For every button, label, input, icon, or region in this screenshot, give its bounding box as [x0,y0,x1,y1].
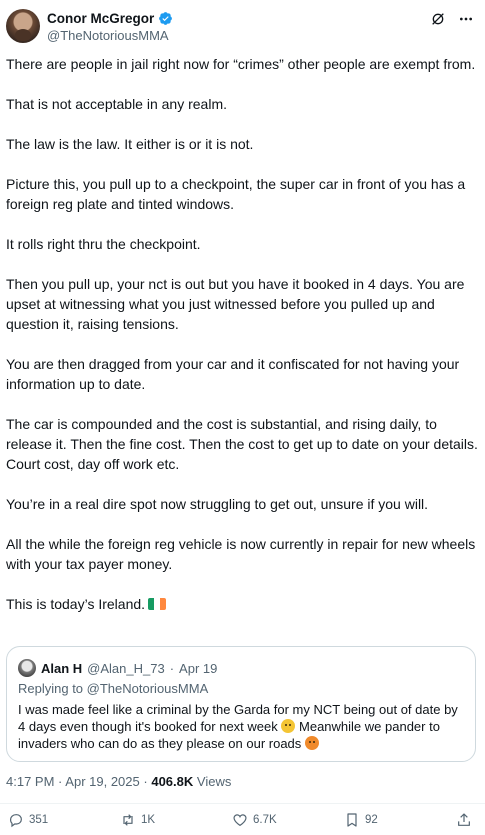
post-meta: 4:17 PM · Apr 19, 2025 · 406.8K Views [6,774,231,789]
quoted-author-name: Alan H [41,660,83,676]
post-paragraph: You are then dragged from your car and i… [6,356,460,392]
post-closing: This is today’s Ireland. [6,594,478,614]
share-icon [458,813,470,826]
grok-icon[interactable] [429,10,447,28]
bookmark-button[interactable]: 92 [344,812,378,828]
quoted-post-text: I was made feel like a criminal by the G… [18,701,468,752]
repost-icon [123,814,133,826]
post-text: There are people in jail right now for “… [6,54,478,614]
post-paragraph: Picture this, you pull up to a checkpoin… [6,176,466,212]
reply-button[interactable]: 351 [8,812,48,828]
heart-icon [233,814,247,827]
post-paragraph: That is not acceptable in any realm. [6,96,228,112]
verified-badge-icon [159,12,173,25]
quoted-date: Apr 19 [179,660,218,676]
like-button[interactable]: 6.7K [232,812,277,828]
post-paragraph: There are people in jail right now for “… [6,56,476,72]
post-paragraph: Then you pull up, your nct is out but yo… [6,276,465,332]
post-paragraph: You’re in a real dire spot now strugglin… [6,496,429,512]
author-handle[interactable]: @TheNotoriousMMA [47,28,169,43]
post-closing-text: This is today’s Ireland. [6,596,146,612]
post-paragraph: All the while the foreign reg vehicle is… [6,536,476,572]
like-count: 6.7K [253,814,277,826]
quoted-separator: · [169,660,175,676]
quoted-post[interactable]: Alan H @Alan_H_73 · Apr 19 Replying to @… [6,646,476,762]
header-actions [429,10,475,28]
bookmark-icon [347,813,357,827]
author-name-row: Conor McGregor [47,11,173,26]
views-count: 406.8K [151,774,194,789]
post-actions: 351 1K 6.7K 92 [0,812,485,834]
replying-to-prefix: Replying to [18,681,84,696]
meta-separator: · [58,774,63,789]
repost-count: 1K [141,814,156,826]
reply-icon [10,814,22,828]
replying-to-handle: @TheNotoriousMMA [86,681,209,696]
repost-button[interactable]: 1K [120,812,155,828]
author-name[interactable]: Conor McGregor [47,11,154,26]
post-header: Conor McGregor @TheNotoriousMMA [0,0,485,52]
ireland-flag-icon [148,598,167,610]
meta-separator: · [143,774,148,789]
quoted-post-header: Alan H @Alan_H_73 · Apr 19 [18,659,217,677]
angry-face-emoji-icon [304,736,319,750]
quoted-author-avatar [18,659,36,677]
sad-face-emoji-icon [281,719,296,733]
post-time[interactable]: 4:17 PM [6,774,54,789]
quoted-author-handle: @Alan_H_73 [87,660,165,676]
actions-divider [0,803,485,804]
bookmark-count: 92 [365,814,378,826]
views-label: Views [196,774,232,789]
replying-to: Replying to @TheNotoriousMMA [18,681,208,696]
post-date[interactable]: Apr 19, 2025 [65,774,139,789]
post-paragraph: The law is the law. It either is or it i… [6,136,254,152]
post-paragraph: The car is compounded and the cost is su… [6,416,478,472]
more-options-icon[interactable] [457,10,475,28]
post-paragraph: It rolls right thru the checkpoint. [6,236,201,252]
reply-count: 351 [29,814,49,826]
share-button[interactable] [456,812,472,828]
author-avatar[interactable] [6,9,40,43]
